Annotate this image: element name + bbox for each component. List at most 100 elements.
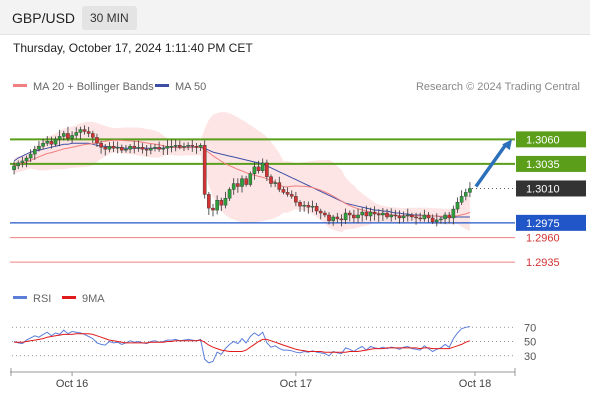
candle xyxy=(207,191,211,215)
candle xyxy=(248,171,253,187)
candle-body xyxy=(298,202,302,207)
candle-body xyxy=(360,211,364,216)
candle-body xyxy=(323,212,327,216)
level-labels: 1.3060 1.3035 1.2975 1.2960 1.2935 1.3010 xyxy=(516,131,586,269)
candle-body xyxy=(28,153,33,159)
candle-body xyxy=(352,214,356,219)
candle-body xyxy=(82,129,87,132)
candle-body xyxy=(368,211,373,217)
candle-body xyxy=(165,146,170,149)
rsi-panel: 70 50 30 xyxy=(12,322,536,364)
candle-body xyxy=(422,214,427,220)
candle-body xyxy=(343,212,348,221)
level-label-resistance: 1.3035 xyxy=(526,159,560,171)
candle-body xyxy=(318,210,323,214)
candle-body xyxy=(335,216,340,220)
ma50-legend-swatch xyxy=(155,84,169,87)
research-credit: Research © 2024 Trading Central xyxy=(416,81,580,93)
candle-body xyxy=(219,200,224,206)
candle-body xyxy=(186,145,190,147)
candle-body xyxy=(364,211,369,217)
candle-body xyxy=(294,196,298,203)
candle-body xyxy=(37,146,41,150)
bollinger-bands xyxy=(14,112,470,233)
candle-body xyxy=(314,205,319,212)
candle-body xyxy=(78,129,83,133)
candle xyxy=(202,140,207,199)
candle-body xyxy=(244,178,248,185)
candle-body xyxy=(157,147,161,150)
candle-body xyxy=(115,147,120,149)
rsi-legend-swatch xyxy=(13,296,27,299)
candle-body xyxy=(66,133,70,139)
candle-body xyxy=(194,146,199,148)
candle-body xyxy=(95,137,99,144)
candle-body xyxy=(107,146,112,150)
rsi-ma-line xyxy=(14,333,471,353)
candle-body xyxy=(173,145,178,147)
candle-body xyxy=(211,207,215,211)
candle-body xyxy=(430,217,435,223)
candle-body xyxy=(24,157,29,162)
candle xyxy=(211,203,215,217)
rsi-ma-legend-label: 9MA xyxy=(82,293,105,305)
candle-body xyxy=(136,147,141,149)
candle-body xyxy=(161,148,166,150)
candle-body xyxy=(99,143,103,148)
candle-body xyxy=(418,217,422,220)
candle-body xyxy=(260,162,265,171)
candle-body xyxy=(468,188,472,193)
candle-body xyxy=(339,218,344,221)
candle-body xyxy=(190,145,195,147)
candle-body xyxy=(140,147,145,150)
candle-body xyxy=(306,204,311,208)
bollinger-band-area xyxy=(14,112,470,233)
level-label-support: 1.2975 xyxy=(526,218,560,230)
x-axis: Oct 16 Oct 17 Oct 18 xyxy=(10,368,516,390)
candle-body xyxy=(149,148,153,151)
candle-body xyxy=(414,216,418,219)
candle-body xyxy=(256,166,261,171)
candle-body xyxy=(331,216,335,222)
rsi-tick-label: 50 xyxy=(524,337,536,349)
candle-body xyxy=(434,219,439,223)
candle-body xyxy=(236,183,240,187)
current-price-label: 1.3010 xyxy=(526,183,560,195)
candle-body xyxy=(451,208,456,219)
price-chart: 1.3060 1.3035 1.2975 1.2960 1.2935 1.3010 MA … xyxy=(10,81,586,390)
candle-body xyxy=(410,214,414,218)
candle-body xyxy=(91,133,95,138)
candle-body xyxy=(327,214,331,222)
candle-body xyxy=(463,192,468,197)
x-tick-label: Oct 16 xyxy=(56,378,88,390)
candle-body xyxy=(70,135,74,139)
candle-body xyxy=(57,136,62,140)
level-label-resistance: 1.3060 xyxy=(526,134,560,146)
candle-body xyxy=(53,139,58,145)
candle-body xyxy=(265,162,269,177)
rsi-tick-label: 70 xyxy=(524,322,536,334)
candle-body xyxy=(178,145,182,148)
candle-body xyxy=(153,147,157,149)
x-tick-label: Oct 18 xyxy=(459,378,491,390)
candle-body xyxy=(347,212,352,216)
candle-body xyxy=(49,141,54,145)
candle-body xyxy=(120,147,124,151)
candle-body xyxy=(45,141,50,144)
candle-body xyxy=(207,194,211,209)
candle-body xyxy=(426,214,431,219)
candle-body xyxy=(269,176,273,184)
candle-body xyxy=(128,146,132,150)
candle-body xyxy=(277,182,282,190)
candle-body xyxy=(132,146,137,149)
candle-body xyxy=(381,212,385,216)
candle-body xyxy=(356,214,360,219)
candle-body xyxy=(252,166,257,174)
candle-body xyxy=(223,198,228,206)
candle-body xyxy=(459,196,464,203)
candle-body xyxy=(103,147,108,150)
candle-body xyxy=(372,211,377,215)
level-label-target: 1.2935 xyxy=(526,257,560,269)
forecast-arrow-shaft xyxy=(474,143,508,188)
candle-body xyxy=(74,132,79,136)
